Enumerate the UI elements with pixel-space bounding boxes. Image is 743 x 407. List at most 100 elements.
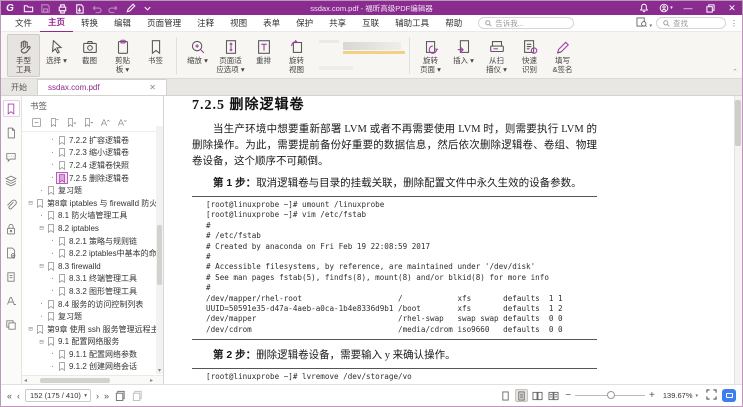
layers-panel-icon[interactable] xyxy=(3,172,20,189)
zoom-button[interactable]: 缩放 ▾ xyxy=(181,34,214,77)
bookmark-item[interactable]: ·8.1 防火墙管理工具 xyxy=(22,210,163,223)
collapse-icon[interactable]: ⊟ xyxy=(37,262,46,270)
bookmark-item[interactable]: ·9.1.2 创建网络会话 xyxy=(22,361,163,374)
previous-page-icon[interactable]: ‹ xyxy=(17,391,20,401)
bookmark-item[interactable]: ·7.2.5 删除逻辑卷 xyxy=(22,172,163,185)
last-page-icon[interactable]: » xyxy=(104,391,109,401)
next-bookmark-icon[interactable] xyxy=(81,116,93,128)
security-panel-icon[interactable] xyxy=(3,220,20,237)
page-number-input[interactable] xyxy=(25,389,91,402)
continuous-view-icon[interactable] xyxy=(515,389,528,402)
continuous-facing-view-icon[interactable] xyxy=(547,389,560,402)
add-bookmark-icon[interactable] xyxy=(47,116,59,128)
bookmark-item[interactable]: ⊟第8章 iptables 与 firewalld 防火墙 xyxy=(22,197,163,210)
bookmark-item[interactable]: ·9.1.1 配置网络参数 xyxy=(22,348,163,361)
bookmark-item[interactable]: ·8.3.1 终端管理工具 xyxy=(22,273,163,286)
document-tab[interactable]: 开始 xyxy=(1,79,37,95)
scroll-right-icon[interactable]: ▸ xyxy=(150,377,153,384)
previous-bookmark-icon[interactable] xyxy=(64,116,76,128)
document-tab[interactable]: ssdax.com.pdf✕ xyxy=(37,79,167,95)
menu-tab[interactable]: 视图 xyxy=(222,15,255,32)
next-page-icon[interactable]: › xyxy=(96,391,99,401)
bookmarks-panel-icon[interactable] xyxy=(3,100,20,117)
facing-view-icon[interactable] xyxy=(531,389,544,402)
close-tab-icon[interactable]: ✕ xyxy=(149,83,156,92)
assistant-icon[interactable] xyxy=(722,389,736,402)
bookmark-item[interactable]: ·8.3.2 图形管理工具 xyxy=(22,285,163,298)
bookmark-item[interactable]: ⊟8.3 firewalld xyxy=(22,260,163,273)
clipboard-pages-icon[interactable] xyxy=(131,390,143,402)
collapse-icon[interactable]: ⊟ xyxy=(26,325,35,333)
cursor-button[interactable]: 选择 ▾ xyxy=(40,34,73,77)
destinations-panel-icon[interactable] xyxy=(3,268,20,285)
zoom-slider-thumb[interactable] xyxy=(607,391,615,399)
attachments-panel-icon[interactable] xyxy=(3,196,20,213)
customize-quick-access-icon[interactable] xyxy=(142,3,153,14)
restore-button[interactable] xyxy=(700,1,720,15)
menu-tab[interactable]: 帮助 xyxy=(437,15,470,32)
menu-tab[interactable]: 保护 xyxy=(288,15,321,32)
undo-icon[interactable] xyxy=(91,3,102,14)
rotatepage-button[interactable]: 旋转 页面 ▾ xyxy=(414,34,447,77)
collapse-ribbon-icon[interactable]: ⌃ xyxy=(732,68,738,76)
menu-tab[interactable]: 互联 xyxy=(354,15,387,32)
fullscreen-icon[interactable] xyxy=(706,387,717,405)
bookmark-item[interactable]: ·复习题 xyxy=(22,310,163,323)
document-vertical-scrollbar[interactable] xyxy=(734,96,742,384)
collapse-icon[interactable]: ⊟ xyxy=(26,199,35,207)
menu-tab[interactable]: 页面管理 xyxy=(139,15,189,32)
camera-button[interactable]: 截图 xyxy=(73,34,106,77)
clipboard-button[interactable]: 剪贴 板 ▾ xyxy=(106,34,139,77)
notifications-bell-icon[interactable] xyxy=(634,1,654,15)
collapse-icon[interactable]: ⊟ xyxy=(37,338,46,346)
page-dropdown-icon[interactable]: ▼ xyxy=(83,393,88,399)
bookmark-item[interactable]: ·7.2.3 缩小逻辑卷 xyxy=(22,147,163,160)
menu-tab[interactable]: 转换 xyxy=(73,15,106,32)
tell-me-search[interactable]: 告诉我... xyxy=(478,17,574,29)
sign-button[interactable]: 填写 &签名 xyxy=(546,34,579,77)
print-icon[interactable] xyxy=(57,3,68,14)
single-page-view-icon[interactable] xyxy=(499,389,512,402)
bookmark-button[interactable]: 书签 xyxy=(139,34,172,77)
scroll-left-icon[interactable]: ◂ xyxy=(24,377,27,384)
bookmark-item[interactable]: ·8.4 服务的访问控制列表 xyxy=(22,298,163,311)
insert-button[interactable]: 插入 ▾ xyxy=(447,34,480,77)
bookmark-item[interactable]: ·7.2.4 逻辑卷快照 xyxy=(22,159,163,172)
ocr-button[interactable]: 快速 识别 xyxy=(513,34,546,77)
articles-panel-icon[interactable] xyxy=(3,316,20,333)
bookmarks-horizontal-scrollbar[interactable]: ◂ ▸ xyxy=(22,375,163,384)
bookmark-item[interactable]: ·复习题 xyxy=(22,184,163,197)
bookmark-item[interactable]: ·8.2.2 iptables中基本的命令 xyxy=(22,247,163,260)
bookmark-item[interactable]: ·8.2.1 策略与规则链 xyxy=(22,235,163,248)
account-icon[interactable]: ▾ xyxy=(656,1,676,15)
save-icon[interactable] xyxy=(40,3,51,14)
bookmark-item[interactable]: ⊟8.2 iptables xyxy=(22,222,163,235)
app-logo-icon[interactable]: G xyxy=(1,3,19,14)
menu-tab[interactable]: 辅助工具 xyxy=(387,15,437,32)
fit-button[interactable]: 页面适 应选项 ▾ xyxy=(214,34,247,77)
scanner-button[interactable]: 从扫 描仪 ▾ xyxy=(480,34,513,77)
menu-tab[interactable]: 表单 xyxy=(255,15,288,32)
open-file-icon[interactable] xyxy=(23,3,34,14)
close-button[interactable]: ✕ xyxy=(722,1,742,15)
rotate-button[interactable]: 旋转 视图 xyxy=(280,34,313,77)
bookmarks-vertical-scrollbar[interactable]: ▾ xyxy=(156,126,163,374)
scrollbar-thumb[interactable] xyxy=(157,225,162,285)
minimize-button[interactable]: — xyxy=(678,1,698,15)
document-view[interactable]: 7.2.5 删除逻辑卷 当生产环境中想要重新部署 LVM 或者不再需要使用 LV… xyxy=(164,96,742,384)
hand-button[interactable]: 手型 工具 xyxy=(7,34,40,77)
find-input[interactable]: 查找 xyxy=(656,17,726,29)
scrollbar-thumb[interactable] xyxy=(735,100,741,146)
panel-expand-icon[interactable] xyxy=(30,116,42,128)
comments-panel-icon[interactable] xyxy=(3,148,20,165)
snapshot-pages-icon[interactable] xyxy=(114,390,126,402)
scrollbar-thumb[interactable] xyxy=(40,378,110,383)
signatures-panel-icon[interactable] xyxy=(3,244,20,261)
font-increase-icon[interactable] xyxy=(98,116,110,128)
menu-tab[interactable]: 注释 xyxy=(189,15,222,32)
zoom-slider[interactable]: − + xyxy=(565,390,655,401)
pages-panel-icon[interactable] xyxy=(3,124,20,141)
bookmark-item[interactable]: ·7.2.2 扩容逻辑卷 xyxy=(22,134,163,147)
export-icon[interactable] xyxy=(74,3,85,14)
menu-tab[interactable]: 共享 xyxy=(321,15,354,32)
